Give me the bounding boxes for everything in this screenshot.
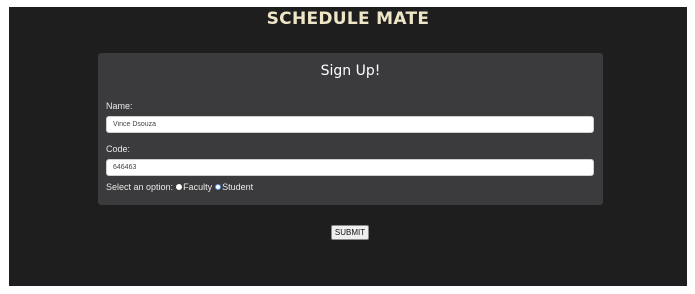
code-field[interactable]: [106, 159, 594, 176]
form-title: Sign Up!: [320, 63, 381, 79]
student-radio[interactable]: [215, 184, 222, 190]
faculty-radio-label[interactable]: Faculty: [183, 182, 212, 192]
faculty-radio[interactable]: [176, 184, 183, 190]
option-prompt: Select an option:: [106, 182, 174, 192]
name-label: Name:: [106, 101, 133, 111]
student-radio-label[interactable]: Student: [222, 182, 253, 192]
signup-card: Sign Up! Name: Code: Select an option: F…: [98, 53, 603, 205]
app-title: SCHEDULE MATE: [266, 9, 430, 29]
app-window: SCHEDULE MATE Sign Up! Name: Code: Selec…: [9, 7, 687, 286]
code-label: Code:: [106, 144, 131, 154]
name-field[interactable]: [106, 116, 594, 133]
submit-button[interactable]: SUBMIT: [331, 225, 369, 240]
option-group: Select an option: Faculty Student: [106, 182, 253, 192]
